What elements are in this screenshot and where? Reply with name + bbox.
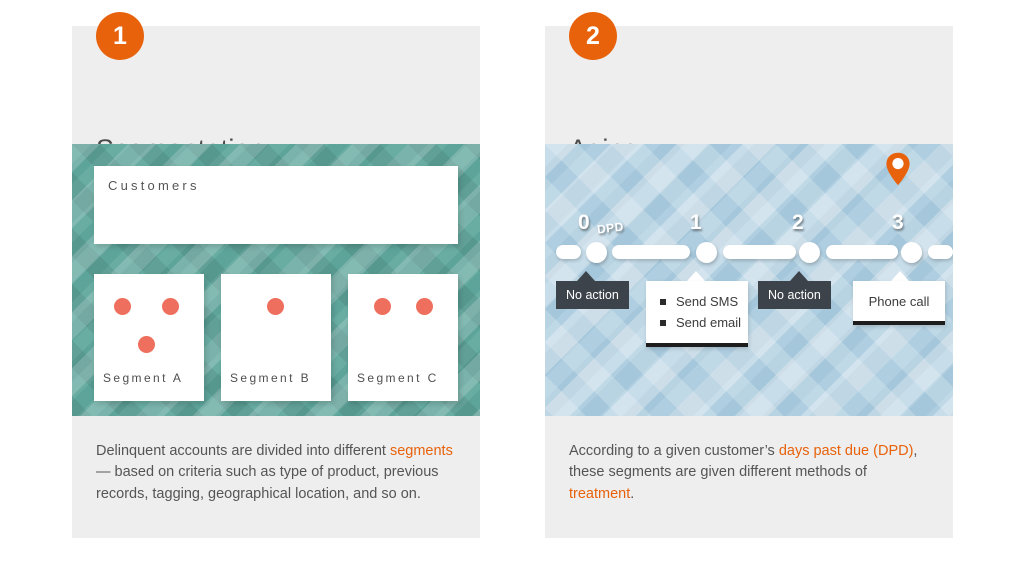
caption-text: . [630,485,635,502]
aging-graphic: 0 DPD 1 2 3 No action Send SMS Send emai… [545,144,953,416]
action-label: No action [768,288,821,302]
segment-row: Segment A Segment B Segment C [94,274,458,401]
callout-tip [577,271,595,281]
timeline-label-1: 1 [690,211,702,234]
action-callout-2: No action [758,281,831,309]
slide-canvas: 1 Segmentation Customers Segment A Segme… [0,0,1024,568]
timeline-node-1 [696,242,717,263]
timeline-label-2: 2 [792,211,804,234]
timeline-label-0: 0 [578,211,590,234]
caption-highlight: treatment [569,485,631,502]
action-callout-0: No action [556,281,629,309]
action-label: Phone call [868,293,930,309]
panel-aging: 2 Aging 0 DPD 1 2 3 [545,12,953,538]
panel-caption: According to a given customer’s days pas… [569,441,931,506]
action-list-item: Send SMS [660,291,738,312]
segmentation-graphic: Customers Segment A Segment B Segment C [72,144,480,416]
action-callout-1: Send SMS Send email [646,281,748,347]
panel-caption: Delinquent accounts are divided into dif… [96,441,458,506]
customer-dot [114,298,131,315]
segment-label: Segment B [230,371,311,385]
map-pin-icon [886,152,910,186]
callout-tip [790,271,808,281]
customers-label: Customers [108,178,200,193]
timeline-segment [928,245,953,259]
segment-card: Segment A [94,274,204,401]
customer-dot [162,298,179,315]
customer-dot [374,298,391,315]
panel-segmentation: 1 Segmentation Customers Segment A Segme… [72,12,480,538]
segment-label: Segment A [103,371,184,385]
customer-dot [267,298,284,315]
callout-tip [687,271,705,281]
action-list: Send SMS Send email [646,281,748,343]
caption-highlight: days past due (DPD) [778,442,914,459]
timeline-node-2 [799,242,820,263]
timeline-segment [612,245,690,259]
caption-text: According to a given customer’s [569,442,779,459]
customer-dot [416,298,433,315]
callout-tip [891,271,909,281]
action-label: No action [566,288,619,302]
timeline-track [556,242,953,263]
customers-box: Customers [94,166,458,244]
step-number-badge: 2 [569,12,617,60]
timeline-node-0 [586,242,607,263]
timeline-unit-label: DPD [596,219,625,237]
caption-highlight: segments [389,442,453,459]
caption-text: Delinquent accounts are divided into dif… [96,442,390,459]
aging-timeline: 0 DPD 1 2 3 No action Send SMS Send emai… [545,144,953,416]
timeline-node-3 [901,242,922,263]
action-list-item: Send email [660,312,741,333]
caption-text: — based on criteria such as type of prod… [96,464,439,502]
customer-dot [138,336,155,353]
timeline-segment [556,245,581,259]
timeline-segment [826,245,898,259]
segment-label: Segment C [357,371,439,385]
step-number-badge: 1 [96,12,144,60]
timeline-label-3: 3 [892,211,904,234]
segment-card: Segment B [221,274,331,401]
action-callout-3: Phone call [853,281,945,325]
timeline-segment [723,245,796,259]
segment-card: Segment C [348,274,458,401]
